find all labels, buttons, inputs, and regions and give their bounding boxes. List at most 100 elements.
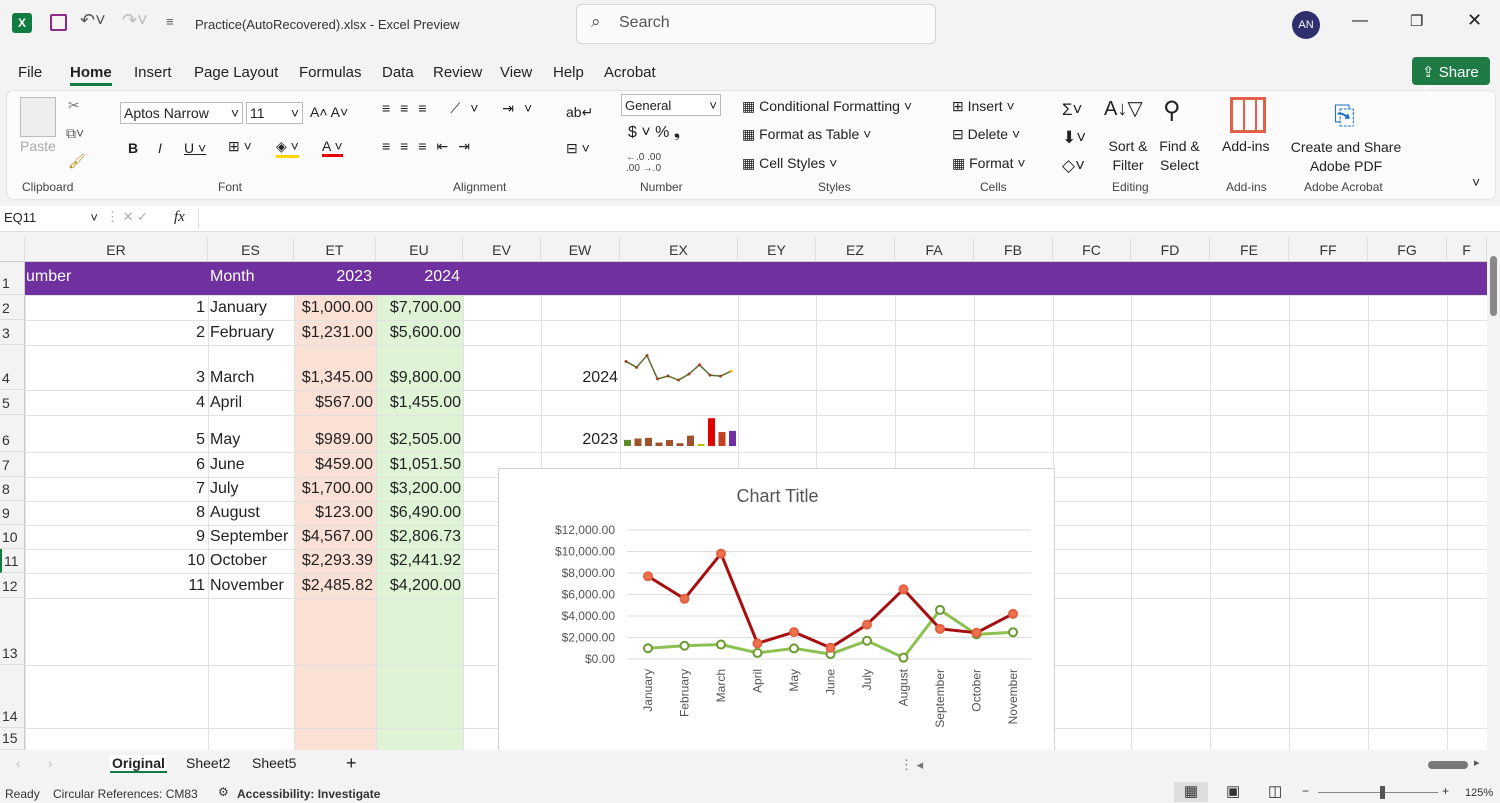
cell-2024[interactable]: $1,051.50 bbox=[376, 456, 461, 474]
cell-2024[interactable]: $5,600.00 bbox=[376, 324, 461, 342]
scroll-right-icon[interactable]: ▸ bbox=[1474, 756, 1480, 769]
row-header-2[interactable]: 2 bbox=[0, 295, 25, 320]
line-chart[interactable]: Chart Title $0.00 $2,000.00 $4,000.00 $6,00… bbox=[498, 468, 1055, 758]
column-header-FA[interactable]: FA bbox=[895, 238, 974, 262]
status-circular-references[interactable]: Circular References: CM83 bbox=[53, 787, 198, 801]
cell-month[interactable]: April bbox=[210, 394, 242, 412]
column-header-EV[interactable]: EV bbox=[463, 238, 541, 262]
paste-icon[interactable] bbox=[20, 97, 56, 137]
cell-2023[interactable]: $989.00 bbox=[294, 431, 373, 449]
column-header-FF[interactable]: FF bbox=[1289, 238, 1368, 262]
cell-number[interactable]: 9 bbox=[25, 528, 205, 546]
cell-number[interactable]: 11 bbox=[25, 577, 205, 595]
header-2023[interactable]: 2023 bbox=[294, 268, 372, 286]
add-ins-button[interactable]: Add-ins bbox=[1222, 138, 1269, 154]
currency-percent-comma-icons[interactable]: $ ˅ % ❟ bbox=[628, 124, 680, 142]
cell-2023[interactable]: $2,293.39 bbox=[294, 552, 373, 570]
conditional-formatting-button[interactable]: ▦ Conditional Formatting ˅ bbox=[742, 98, 912, 115]
cell-number[interactable]: 8 bbox=[25, 504, 205, 522]
sheet-tab-original[interactable]: Original bbox=[110, 755, 167, 773]
column-header-F[interactable]: F bbox=[1447, 238, 1487, 262]
cell-2023[interactable]: $567.00 bbox=[294, 394, 373, 412]
cell-2024[interactable]: $2,441.92 bbox=[376, 552, 461, 570]
row-header-5[interactable]: 5 bbox=[0, 390, 25, 415]
row-header-8[interactable]: 8 bbox=[0, 477, 25, 501]
cell-2024[interactable]: $3,200.00 bbox=[376, 480, 461, 498]
zoom-slider[interactable] bbox=[1318, 792, 1438, 793]
decimal-icons[interactable]: ←.0 .00.00 →.0 bbox=[626, 152, 661, 174]
insert-function-button[interactable]: fx bbox=[174, 209, 185, 226]
cell-2024[interactable]: $9,800.00 bbox=[376, 369, 461, 387]
row-header-4[interactable]: 4 bbox=[0, 345, 25, 390]
font-name-select[interactable]: Aptos Narrow ˅ bbox=[120, 102, 243, 124]
column-header-ET[interactable]: ET bbox=[294, 238, 376, 262]
delete-cells-button[interactable]: ⊟ Delete ˅ bbox=[952, 126, 1020, 143]
cell-2023[interactable]: $459.00 bbox=[294, 456, 373, 474]
find-select-button[interactable]: Find & Select bbox=[1152, 137, 1207, 175]
column-header-FE[interactable]: FE bbox=[1210, 238, 1289, 262]
column-header-EU[interactable]: EU bbox=[376, 238, 463, 262]
close-button[interactable]: ✕ bbox=[1467, 10, 1482, 31]
bold-button[interactable]: B bbox=[128, 140, 138, 156]
save-icon[interactable] bbox=[50, 14, 67, 31]
row-header-9[interactable]: 9 bbox=[0, 501, 25, 525]
customize-toolbar-icon[interactable]: ≡ bbox=[166, 14, 174, 29]
cell-2024[interactable]: $2,505.00 bbox=[376, 431, 461, 449]
cell-month[interactable]: February bbox=[210, 324, 274, 342]
cell-number[interactable]: 6 bbox=[25, 456, 205, 474]
formula-input[interactable] bbox=[198, 208, 1478, 229]
format-cells-button[interactable]: ▦ Format ˅ bbox=[952, 155, 1026, 172]
number-format-select[interactable]: General ˅ bbox=[621, 94, 721, 116]
font-color-icon[interactable]: A ˅ bbox=[322, 138, 343, 157]
row-header-14[interactable]: 14 bbox=[0, 665, 25, 728]
font-size-select[interactable]: 11 ˅ bbox=[246, 102, 303, 124]
row-header-6[interactable]: 6 bbox=[0, 415, 25, 452]
cell-month[interactable]: August bbox=[210, 504, 260, 522]
collapse-ribbon-icon[interactable]: ˅ bbox=[1472, 174, 1480, 190]
avatar[interactable]: AN bbox=[1292, 11, 1320, 39]
menu-review[interactable]: Review bbox=[433, 64, 482, 81]
insert-cells-button[interactable]: ⊞ Insert ˅ bbox=[952, 98, 1015, 115]
cell-number[interactable]: 10 bbox=[25, 552, 205, 570]
menu-page-layout[interactable]: Page Layout bbox=[194, 64, 278, 81]
row-header-12[interactable]: 12 bbox=[0, 573, 25, 598]
cell-month[interactable]: June bbox=[210, 456, 245, 474]
scroll-tabs-right-icon[interactable]: › bbox=[48, 756, 52, 771]
cell-2024[interactable]: $7,700.00 bbox=[376, 299, 461, 317]
menu-help[interactable]: Help bbox=[553, 64, 584, 81]
cell-month[interactable]: October bbox=[210, 552, 267, 570]
cell-number[interactable]: 7 bbox=[25, 480, 205, 498]
cell-number[interactable]: 2 bbox=[25, 324, 205, 342]
minimize-button[interactable]: — bbox=[1352, 12, 1368, 30]
sparkline-2023-column[interactable] bbox=[620, 415, 738, 449]
scroll-tabs-left-icon[interactable]: ‹ bbox=[16, 756, 20, 771]
menu-formulas[interactable]: Formulas bbox=[299, 64, 362, 81]
wrap-text-icon[interactable]: ab↵ bbox=[566, 104, 593, 121]
cell-2024[interactable]: $2,806.73 bbox=[376, 528, 461, 546]
row-header-13[interactable]: 13 bbox=[0, 598, 25, 665]
create-share-pdf-button[interactable]: Create and Share Adobe PDF bbox=[1290, 138, 1402, 176]
row-header-1[interactable]: 1 bbox=[0, 262, 25, 295]
horizontal-align-icons[interactable]: ≡≡≡⇤⇥ bbox=[382, 138, 480, 155]
paste-button[interactable]: Paste bbox=[20, 138, 56, 154]
zoom-out-button[interactable]: − bbox=[1302, 784, 1309, 798]
cell-2023[interactable]: $123.00 bbox=[294, 504, 373, 522]
row-header-7[interactable]: 7 bbox=[0, 452, 25, 477]
cell-month[interactable]: September bbox=[210, 528, 288, 546]
column-header-EY[interactable]: EY bbox=[738, 238, 816, 262]
search-input[interactable]: ⌕ Search bbox=[576, 4, 936, 44]
page-layout-view-button[interactable]: ▣ bbox=[1226, 782, 1240, 800]
menu-data[interactable]: Data bbox=[382, 64, 414, 81]
vertical-scrollbar[interactable] bbox=[1487, 238, 1500, 750]
vertical-scroll-thumb[interactable] bbox=[1490, 256, 1497, 316]
row-header-15[interactable]: 15 bbox=[0, 728, 25, 750]
cell-2023[interactable]: $1,345.00 bbox=[294, 369, 373, 387]
row-header-11[interactable]: 11 bbox=[0, 549, 25, 573]
share-button[interactable]: ⇪ Share ˅ bbox=[1412, 57, 1490, 98]
zoom-slider-thumb[interactable] bbox=[1380, 786, 1385, 799]
format-as-table-button[interactable]: ▦ Format as Table ˅ bbox=[742, 126, 871, 143]
restore-button[interactable]: ❐ bbox=[1410, 12, 1423, 30]
cell-2024[interactable]: $1,455.00 bbox=[376, 394, 461, 412]
vertical-align-icons[interactable]: ≡≡≡ ⟋˅ ⇥˅ bbox=[382, 100, 542, 117]
row-header-10[interactable]: 10 bbox=[0, 525, 25, 549]
